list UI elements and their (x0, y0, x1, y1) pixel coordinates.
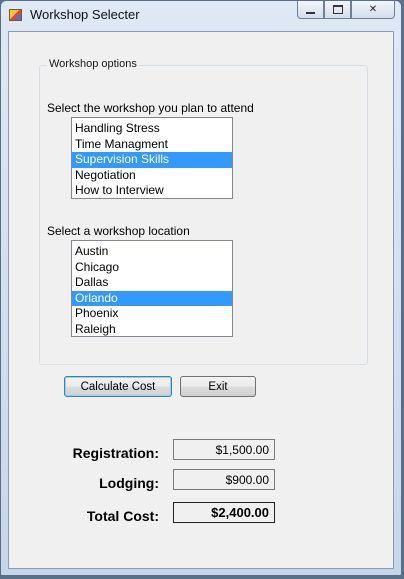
registration-output: $1,500.00 (173, 439, 275, 460)
list-item[interactable]: Handling Stress (72, 121, 232, 137)
list-item[interactable]: Austin (72, 244, 232, 260)
group-legend: Workshop options (47, 58, 139, 70)
registration-label: Registration: (72, 445, 159, 461)
window-title: Workshop Selecter (30, 7, 140, 22)
list-item[interactable]: Time Managment (72, 137, 232, 153)
list-item[interactable]: Negotiation (72, 168, 232, 184)
app-window: Workshop Selecter ✕ Workshop options Sel… (0, 0, 402, 576)
list-item[interactable]: How to Interview (72, 183, 232, 199)
total-cost-output: $2,400.00 (173, 502, 275, 523)
total-cost-label: Total Cost: (86, 508, 159, 524)
list-item[interactable]: Phoenix (72, 306, 232, 322)
lodging-output: $900.00 (173, 469, 275, 490)
caption-buttons: ✕ (297, 1, 395, 20)
minimize-button[interactable] (297, 1, 324, 19)
list-item[interactable]: Orlando (72, 290, 232, 306)
form-client-area: Workshop options Select the workshop you… (8, 31, 394, 569)
exit-button[interactable]: Exit (180, 376, 256, 397)
app-icon (9, 9, 22, 21)
location-prompt: Select a workshop location (47, 224, 190, 238)
workshop-listbox[interactable]: Handling Stress Time Managment Supervision… (71, 117, 233, 199)
calculate-cost-button[interactable]: Calculate Cost (64, 376, 172, 397)
maximize-icon (332, 5, 343, 14)
close-button[interactable]: ✕ (351, 1, 395, 19)
list-item[interactable]: Raleigh (72, 322, 232, 338)
location-listbox[interactable]: Austin Chicago Dallas Orlando Phoenix Raleigh (71, 240, 233, 337)
minimize-icon (306, 11, 315, 14)
maximize-button[interactable] (324, 1, 351, 19)
title-bar[interactable]: Workshop Selecter ✕ (1, 1, 401, 31)
workshop-prompt: Select the workshop you plan to attend (47, 101, 254, 115)
list-item[interactable]: Supervision Skills (72, 152, 232, 168)
list-item[interactable]: Dallas (72, 275, 232, 291)
close-icon: ✕ (368, 4, 378, 15)
list-item[interactable]: Chicago (72, 260, 232, 276)
lodging-label: Lodging: (99, 475, 159, 491)
